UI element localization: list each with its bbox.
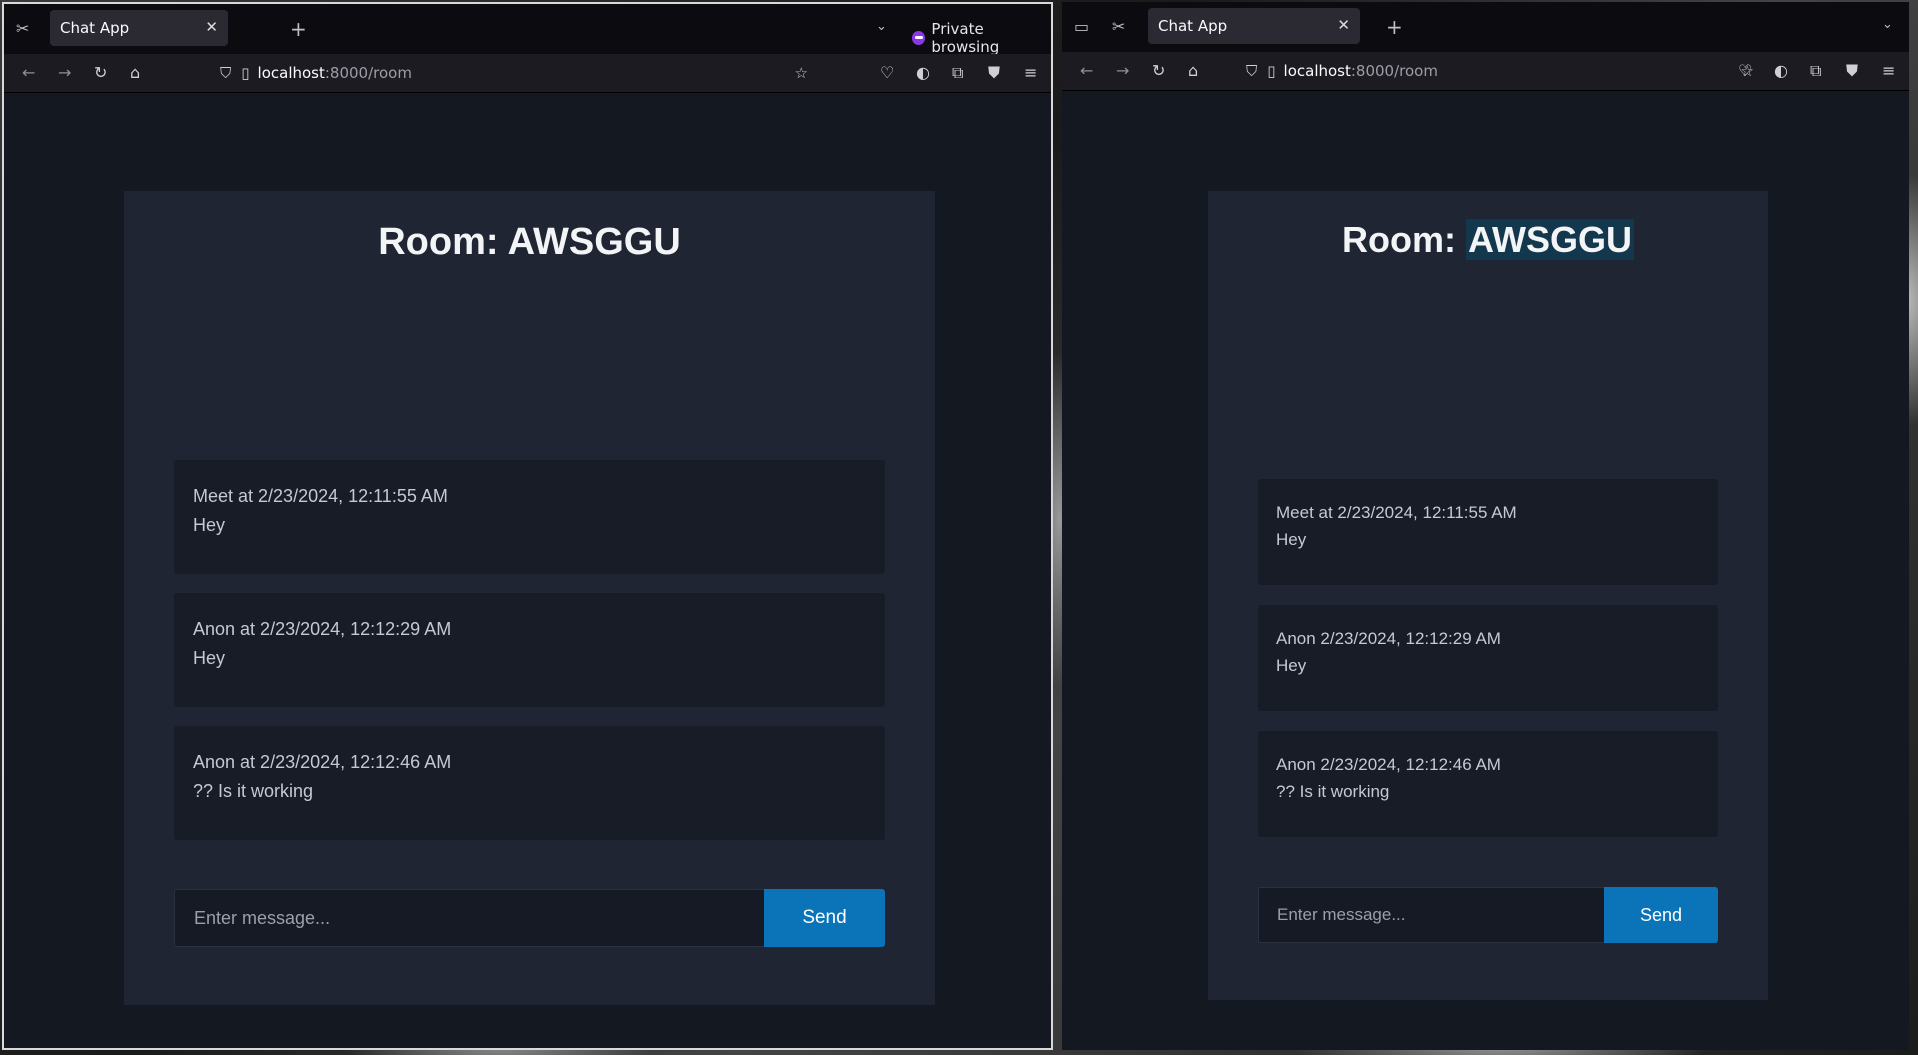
sidebar-icon[interactable]: ▭	[1074, 19, 1089, 35]
message-meta: Meet at 2/23/2024, 12:11:55 AM	[1276, 503, 1517, 522]
message-item: Anon 2/23/2024, 12:12:29 AM Hey	[1258, 605, 1718, 711]
ublock-icon[interactable]: ⛊	[1846, 63, 1858, 79]
extensions-icon[interactable]: ⧉	[952, 65, 963, 81]
message-input[interactable]	[174, 889, 764, 947]
view-menu-icon[interactable]: ✂	[1112, 19, 1125, 35]
url-bar[interactable]: ⛉ ▯ localhost:8000/room ☆	[214, 59, 814, 87]
tab-title: Chat App	[60, 19, 130, 37]
new-tab-icon[interactable]: +	[290, 19, 307, 39]
url-path: :8000/room	[324, 64, 412, 82]
reload-icon[interactable]: ↻	[1152, 63, 1165, 79]
close-tab-icon[interactable]: ✕	[205, 18, 218, 36]
ublock-icon[interactable]: ⛊	[988, 65, 1000, 81]
message-text: ?? Is it working	[1276, 782, 1390, 801]
chat-card: Room: AWSGGU Meet at 2/23/2024, 12:11:55…	[124, 191, 935, 1005]
reload-icon[interactable]: ↻	[94, 65, 107, 81]
browser-window-private: ✂ Chat App ✕ + ⌄ Private browsing ← → ↻ …	[2, 2, 1053, 1050]
tab-bar: ▭ ✂ Chat App ✕ + ⌄	[1062, 2, 1909, 52]
message-meta: Meet at 2/23/2024, 12:11:55 AM	[193, 486, 448, 506]
room-title: Room: AWSGGU	[124, 221, 935, 264]
home-icon[interactable]: ⌂	[130, 65, 140, 81]
forward-icon[interactable]: →	[1116, 63, 1129, 79]
message-item: Anon at 2/23/2024, 12:12:29 AM Hey	[174, 593, 885, 707]
chevron-down-icon[interactable]: ⌄	[1882, 18, 1893, 31]
page-icon: ▯	[1267, 62, 1276, 80]
message-text: ?? Is it working	[193, 781, 314, 801]
nav-bar: ← → ↻ ⌂ ⛉ ▯ localhost:8000/room ☆ ♡ ◐ ⧉ …	[1062, 52, 1909, 91]
nav-bar: ← → ↻ ⌂ ⛉ ▯ localhost:8000/room ☆ ♡ ◐ ⧉ …	[4, 54, 1051, 93]
room-id: AWSGGU	[507, 221, 681, 263]
extensions-icon[interactable]: ⧉	[1810, 63, 1821, 79]
hamburger-menu-icon[interactable]: ≡	[1882, 63, 1895, 79]
message-input[interactable]	[1258, 887, 1604, 943]
home-icon[interactable]: ⌂	[1188, 63, 1198, 79]
message-text: Hey	[193, 648, 226, 668]
message-text: Hey	[1276, 656, 1307, 675]
message-meta: Anon 2/23/2024, 12:12:29 AM	[1276, 629, 1501, 648]
url-host: localhost	[1283, 62, 1351, 80]
browser-window: ▭ ✂ Chat App ✕ + ⌄ ← → ↻ ⌂ ⛉ ▯ localhost…	[1062, 2, 1909, 1050]
chevron-down-icon[interactable]: ⌄	[876, 20, 887, 33]
message-item: Meet at 2/23/2024, 12:11:55 AM Hey	[1258, 479, 1718, 585]
url-bar[interactable]: ⛉ ▯ localhost:8000/room ☆	[1240, 57, 1760, 85]
message-text: Hey	[1276, 530, 1307, 549]
message-meta: Anon at 2/23/2024, 12:12:29 AM	[193, 619, 452, 639]
page-content: Room: AWSGGU Meet at 2/23/2024, 12:11:55…	[4, 93, 1051, 1048]
message-item: Anon at 2/23/2024, 12:12:46 AM ?? Is it …	[174, 726, 885, 840]
private-browsing-indicator: Private browsing	[912, 20, 1051, 56]
private-browsing-label: Private browsing	[931, 20, 1000, 56]
back-icon[interactable]: ←	[1080, 63, 1093, 79]
account-icon[interactable]: ◐	[1774, 63, 1788, 79]
pocket-icon[interactable]: ♡	[880, 65, 894, 81]
room-label: Room:	[1342, 219, 1466, 260]
star-icon[interactable]: ☆	[795, 64, 808, 82]
message-meta: Anon 2/23/2024, 12:12:46 AM	[1276, 755, 1501, 774]
forward-icon[interactable]: →	[58, 65, 71, 81]
tab-title: Chat App	[1158, 17, 1228, 35]
private-mask-icon	[912, 31, 926, 45]
room-id-selected: AWSGGU	[1465, 219, 1634, 260]
tab-bar: ✂ Chat App ✕ + ⌄ Private browsing	[4, 4, 1051, 56]
chat-card: Room: AWSGGU Meet at 2/23/2024, 12:11:55…	[1208, 191, 1768, 1000]
message-form: Send	[1258, 887, 1718, 943]
url-host: localhost	[257, 64, 325, 82]
room-title: Room: AWSGGU	[1208, 219, 1768, 261]
message-meta: Anon at 2/23/2024, 12:12:46 AM	[193, 752, 452, 772]
message-item: Meet at 2/23/2024, 12:11:55 AM Hey	[174, 460, 885, 574]
send-button[interactable]: Send	[764, 889, 885, 947]
message-item: Anon 2/23/2024, 12:12:46 AM ?? Is it wor…	[1258, 731, 1718, 837]
send-button[interactable]: Send	[1604, 887, 1718, 943]
new-tab-icon[interactable]: +	[1386, 17, 1403, 37]
tab-chat-app[interactable]: Chat App ✕	[1148, 8, 1360, 44]
message-form: Send	[174, 889, 885, 947]
message-text: Hey	[193, 515, 226, 535]
hamburger-menu-icon[interactable]: ≡	[1024, 65, 1037, 81]
view-menu-icon[interactable]: ✂	[16, 21, 29, 37]
url-path: :8000/room	[1350, 62, 1438, 80]
shield-icon[interactable]: ⛉	[1246, 62, 1257, 80]
close-tab-icon[interactable]: ✕	[1337, 16, 1350, 34]
page-content: Room: AWSGGU Meet at 2/23/2024, 12:11:55…	[1062, 91, 1909, 1050]
room-label: Room:	[378, 221, 508, 263]
back-icon[interactable]: ←	[22, 65, 35, 81]
account-icon[interactable]: ◐	[916, 65, 930, 81]
page-icon: ▯	[241, 64, 250, 82]
shield-icon[interactable]: ⛉	[220, 64, 231, 82]
tab-chat-app[interactable]: Chat App ✕	[50, 10, 228, 46]
pocket-icon[interactable]: ♡	[1738, 63, 1752, 79]
